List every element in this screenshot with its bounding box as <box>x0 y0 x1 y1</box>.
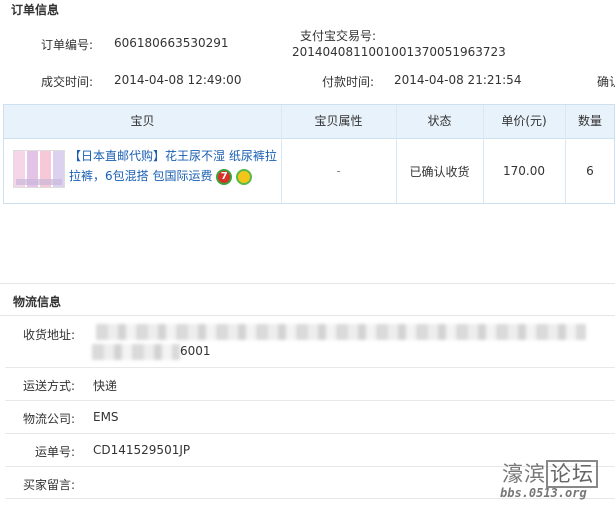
order-no-label: 订单编号: <box>41 38 94 52</box>
logistics-title-bar <box>0 283 615 316</box>
row-divider <box>5 400 615 401</box>
qty-cell: 6 <box>565 139 615 203</box>
logistics-company-label: 物流公司: <box>23 412 76 426</box>
status-cell: 已确认收货 <box>396 139 483 203</box>
price-cell: 170.00 <box>483 139 565 203</box>
row-divider <box>5 367 615 368</box>
alipay-no-label: 支付宝交易号: <box>300 29 377 43</box>
flower-badge-icon <box>236 168 253 185</box>
unit-price: 170.00 <box>503 164 545 178</box>
table-header: 宝贝 宝贝属性 状态 单价(元) 数量 <box>4 105 614 139</box>
forum-watermark: 濠滨 论坛 bbs.0513.org <box>498 458 615 508</box>
header-item: 宝贝 <box>130 114 155 128</box>
watermark-name-part1: 濠滨 <box>502 462 546 486</box>
order-no-value: 606180663530291 <box>114 36 229 50</box>
seven-day-return-icon: 7 <box>216 168 233 185</box>
address-tail: 6001 <box>180 344 211 358</box>
waybill-label: 运单号: <box>35 445 76 459</box>
item-attr: - <box>336 164 341 178</box>
order-status: 已确认收货 <box>409 164 470 179</box>
logistics-company-value: EMS <box>93 410 119 424</box>
order-info-title: 订单信息 <box>11 3 60 17</box>
ship-method-label: 运送方式: <box>23 379 76 393</box>
quantity: 6 <box>586 164 594 178</box>
attr-cell: - <box>281 139 396 203</box>
pay-time-value: 2014-04-08 21:21:54 <box>394 73 522 87</box>
buyer-note-label: 买家留言: <box>23 478 76 492</box>
deal-time-label: 成交时间: <box>41 75 94 89</box>
product-thumbnail[interactable] <box>13 150 65 188</box>
address-redacted-2 <box>92 344 180 360</box>
header-price: 单价(元) <box>501 114 547 128</box>
header-status: 状态 <box>427 114 452 128</box>
product-name-wrap: 【日本直邮代购】花王尿不湿 纸尿裤拉拉裤，6包混搭 包国际运费 7 <box>69 146 279 186</box>
watermark-url: bbs.0513.org <box>500 486 587 500</box>
watermark-name: 濠滨 论坛 <box>502 458 598 488</box>
header-qty: 数量 <box>577 114 602 128</box>
confirm-label-cut: 确认 <box>597 75 615 89</box>
address-label: 收货地址: <box>23 328 76 342</box>
alipay-no-value: 2014040811001001370051963723 <box>292 45 506 59</box>
waybill-value: CD141529501JP <box>93 443 191 457</box>
logistics-title: 物流信息 <box>13 295 62 309</box>
address-redacted <box>96 324 586 340</box>
pay-time-label: 付款时间: <box>322 75 375 89</box>
row-divider <box>5 433 615 434</box>
header-attr: 宝贝属性 <box>314 114 363 128</box>
deal-time-value: 2014-04-08 12:49:00 <box>114 73 242 87</box>
ship-method-value: 快递 <box>93 379 118 393</box>
watermark-name-part2: 论坛 <box>546 460 598 488</box>
